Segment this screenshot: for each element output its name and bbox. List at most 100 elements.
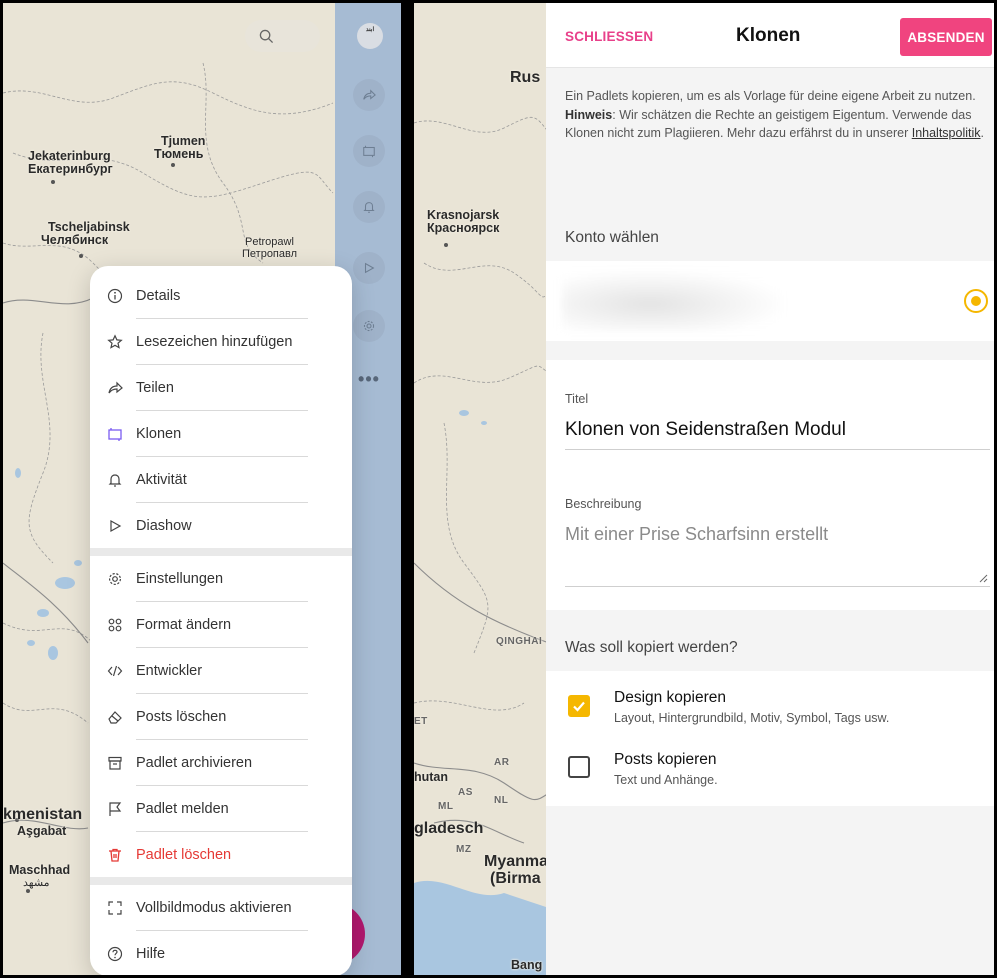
map-label: Челябинск <box>41 233 109 247</box>
hint-end: . <box>980 126 984 140</box>
menu-item-details[interactable]: Details <box>90 273 352 319</box>
copy-section-label: Was soll kopiert werden? <box>565 639 738 656</box>
menu-item-share[interactable]: Teilen <box>90 365 352 411</box>
clone-sheet: SCHLIESSEN Klonen ABSENDEN Ein Padlets k… <box>546 3 994 975</box>
menu-item-bookmark[interactable]: Lesezeichen hinzufügen <box>90 319 352 365</box>
sheet-header: SCHLIESSEN Klonen ABSENDEN <box>546 3 994 68</box>
posts-copy-title: Posts kopieren <box>614 751 717 768</box>
hint-text: : Wir schätzen die Rechte an geistigem E… <box>565 107 972 141</box>
map-label: MZ <box>456 844 472 855</box>
menu-item-label: Teilen <box>136 380 174 396</box>
menu-item-label: Diashow <box>136 518 192 534</box>
gear-icon <box>363 320 375 332</box>
bell-icon <box>106 471 124 489</box>
posts-copy-checkbox[interactable] <box>568 756 590 778</box>
help-icon <box>106 945 124 963</box>
menu-item-label: Posts löschen <box>136 709 227 725</box>
more-options-icon[interactable]: ••• <box>355 369 383 390</box>
info-icon <box>106 287 124 305</box>
left-panel: Tjumen Тюмень Jekaterinburg Екатеринбург… <box>3 3 401 975</box>
search-button[interactable] <box>245 20 320 52</box>
trash-icon <box>106 846 124 864</box>
eraser-icon <box>106 708 124 726</box>
map-label: hutan <box>414 770 449 784</box>
right-panel: Rus Krasnojarsk Красноярск QINGHAI AR AS… <box>414 3 994 975</box>
share-icon <box>363 89 376 100</box>
clone-button[interactable] <box>353 135 385 167</box>
menu-item-label: Einstellungen <box>136 571 224 587</box>
map-label: Petropawl <box>245 236 294 248</box>
menu-item-label: Padlet archivieren <box>136 755 253 771</box>
map-label: Bang <box>511 958 543 972</box>
star-icon <box>106 333 124 351</box>
menu-item-label: Lesezeichen hinzufügen <box>136 334 293 350</box>
play-icon <box>364 262 375 274</box>
submit-button[interactable]: ABSENDEN <box>900 18 992 56</box>
map-label: gladesch <box>414 820 484 837</box>
menu-item-format[interactable]: Format ändern <box>90 602 352 648</box>
map-label: (Birma <box>490 870 541 887</box>
account-radio-selected[interactable] <box>964 289 988 313</box>
design-copy-title: Design kopieren <box>614 689 727 706</box>
map-label: NL <box>494 795 509 806</box>
share-button[interactable] <box>353 79 385 111</box>
menu-item-settings[interactable]: Einstellungen <box>90 556 352 602</box>
map-label: Rus <box>510 69 541 86</box>
menu-item-slideshow[interactable]: Diashow <box>90 503 352 549</box>
map-label: QINGHAI <box>496 636 543 647</box>
flag-icon <box>106 800 124 818</box>
description-field-label: Beschreibung <box>565 497 642 511</box>
account-row[interactable] <box>546 261 994 341</box>
map-label: مشهد <box>23 877 50 889</box>
menu-item-clone[interactable]: Klonen <box>90 411 352 457</box>
menu-item-developer[interactable]: Entwickler <box>90 648 352 694</box>
menu-section-divider <box>90 877 352 885</box>
map-label: Петропавл <box>242 248 298 260</box>
hint-label: Hinweis <box>565 107 613 122</box>
intro-text: Ein Padlets kopieren, um es als Vorlage … <box>565 87 985 143</box>
settings-button[interactable] <box>353 310 385 342</box>
design-copy-subtitle: Layout, Hintergrundbild, Motiv, Symbol, … <box>614 711 890 725</box>
menu-item-delete-padlet[interactable]: Padlet löschen <box>90 832 352 878</box>
map-label: Aşgabat <box>17 824 67 838</box>
menu-item-report[interactable]: Padlet melden <box>90 786 352 832</box>
map-label: Красноярск <box>427 221 500 235</box>
menu-item-activity[interactable]: Aktivität <box>90 457 352 503</box>
description-underline <box>565 586 990 587</box>
posts-copy-subtitle: Text und Anhänge. <box>614 773 718 787</box>
title-field-label: Titel <box>565 392 589 406</box>
title-underline <box>565 449 990 450</box>
account-section-label: Konto wählen <box>565 229 659 246</box>
menu-item-archive[interactable]: Padlet archivieren <box>90 740 352 786</box>
slideshow-button[interactable] <box>353 252 385 284</box>
code-icon <box>106 662 124 680</box>
menu-item-label: Details <box>136 288 181 304</box>
description-input[interactable]: Mit einer Prise Scharfsinn erstellt <box>565 524 828 545</box>
menu-item-label: Aktivität <box>136 472 187 488</box>
menu-item-help[interactable]: Hilfe <box>90 931 352 975</box>
design-copy-checkbox[interactable] <box>568 695 590 717</box>
title-input[interactable]: Klonen von Seidenstraßen Modul <box>565 419 846 441</box>
menu-item-label: Entwickler <box>136 663 203 679</box>
clone-icon <box>363 145 375 158</box>
fullscreen-icon <box>106 899 124 917</box>
menu-item-fullscreen[interactable]: Vollbildmodus aktivieren <box>90 885 352 931</box>
sheet-title: Klonen <box>736 25 801 46</box>
gear-icon <box>106 570 124 588</box>
copy-options: Design kopieren Layout, Hintergrundbild,… <box>546 671 994 806</box>
map-label: Тюмень <box>154 147 204 161</box>
map-label: kmenistan <box>3 806 83 823</box>
bell-icon <box>363 202 375 213</box>
archive-icon <box>106 754 124 772</box>
map-label: ET <box>414 716 428 727</box>
clone-form: Titel Klonen von Seidenstraßen Modul Bes… <box>546 360 994 610</box>
menu-item-label: Padlet löschen <box>136 847 232 863</box>
search-icon <box>259 29 274 43</box>
share-icon <box>106 379 124 397</box>
activity-button[interactable] <box>353 191 385 223</box>
resize-handle-icon[interactable] <box>978 573 988 583</box>
content-policy-link[interactable]: Inhaltspolitik <box>912 126 981 140</box>
close-button[interactable]: SCHLIESSEN <box>565 29 653 44</box>
menu-item-delete-posts[interactable]: Posts löschen <box>90 694 352 740</box>
account-name-redacted <box>562 271 782 331</box>
